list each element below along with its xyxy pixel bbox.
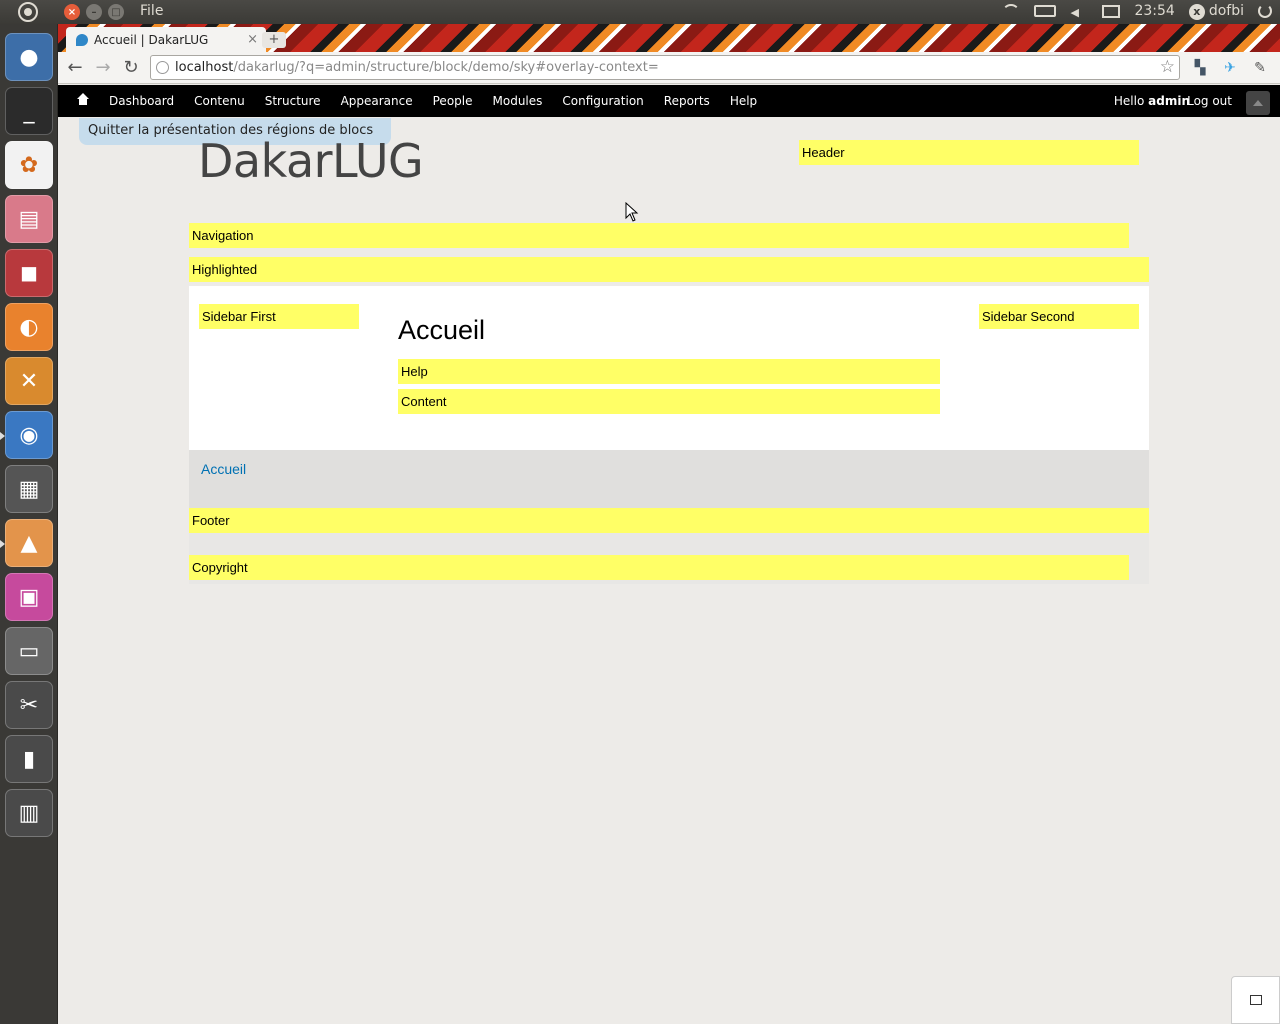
reload-icon[interactable]: ↻ <box>120 57 142 79</box>
bookmark-star-icon[interactable]: ☆ <box>1160 56 1175 79</box>
file-menu[interactable]: File <box>140 3 163 19</box>
greeting-prefix: Hello <box>1113 94 1145 108</box>
window-maximize-button[interactable]: □ <box>108 4 124 20</box>
address-bar[interactable]: localhost/dakarlug/?q=admin/structure/bl… <box>150 55 1180 80</box>
browser-tab[interactable]: Accueil | DakarLUG × <box>66 27 266 52</box>
battery-icon[interactable] <box>1034 5 1057 18</box>
wifi-icon[interactable] <box>1002 4 1021 18</box>
printer-app-launcher-icon[interactable]: ▤ <box>5 195 53 243</box>
power-icon[interactable] <box>1258 4 1272 19</box>
url-path: /dakarlug/?q=admin/structure/block/demo/… <box>233 60 659 75</box>
tab-title: Accueil | DakarLUG <box>94 32 209 47</box>
admin-menu: Dashboard Contenu Structure Appearance P… <box>109 94 757 108</box>
tab-close-icon[interactable]: × <box>247 32 258 47</box>
terminal-launcher-icon[interactable]: _ <box>5 87 53 135</box>
region-header: Header <box>799 140 1139 165</box>
window-minimize-button[interactable]: – <box>86 4 102 20</box>
ubuntu-logo-icon[interactable] <box>18 2 38 22</box>
site-name[interactable]: DakarLUG <box>198 134 424 188</box>
user-name: dofbi <box>1208 3 1244 19</box>
twitter-extension-icon[interactable]: ✈ <box>1221 59 1239 77</box>
calculator-launcher-icon[interactable]: ▦ <box>5 465 53 513</box>
region-navigation: Navigation <box>189 223 1129 248</box>
blender-launcher-icon[interactable]: ◐ <box>5 303 53 351</box>
admin-menu-structure[interactable]: Structure <box>265 94 321 108</box>
admin-menu-people[interactable]: People <box>433 94 473 108</box>
region-copyright: Copyright <box>189 555 1129 580</box>
trash-launcher-icon[interactable]: ▥ <box>5 789 53 837</box>
extension-icon[interactable]: ▚ <box>1191 59 1209 77</box>
mail-icon[interactable] <box>1102 4 1121 18</box>
user-menu[interactable]: x dofbi <box>1188 3 1244 20</box>
url-host: localhost <box>175 60 234 75</box>
dash-launcher-icon[interactable]: ● <box>5 33 53 81</box>
admin-menu-dashboard[interactable]: Dashboard <box>109 94 174 108</box>
butterfly-app-launcher-icon[interactable]: ✿ <box>5 141 53 189</box>
files-launcher-icon[interactable]: ▭ <box>5 627 53 675</box>
admin-menu-contenu[interactable]: Contenu <box>194 94 245 108</box>
logout-link[interactable]: Log out <box>1187 94 1232 108</box>
indicator-area: 23:54 xdofbi <box>1002 3 1272 20</box>
top-panel: × – □ File 23:54 xdofbi <box>0 0 1280 24</box>
admin-toolbar: Dashboard Contenu Structure Appearance P… <box>58 85 1280 117</box>
unity-launcher: ● _ ✿ ▤ ◼ ◐ ✕ ◉ ▦ ▲ ▣ ▭ ✂ ▮ ▥ <box>0 24 58 1024</box>
workspace-switcher-launcher-icon[interactable]: ▣ <box>5 573 53 621</box>
back-arrow-icon[interactable]: ← <box>64 57 86 79</box>
forward-arrow-icon[interactable]: → <box>92 57 114 79</box>
wrench-menu-icon[interactable]: ✎ <box>1251 59 1269 77</box>
tools-launcher-icon[interactable]: ✂ <box>5 681 53 729</box>
browser-toolbar: ← → ↻ localhost/dakarlug/?q=admin/struct… <box>58 52 1280 84</box>
volume-icon[interactable] <box>1070 4 1088 18</box>
usb-drive-launcher-icon[interactable]: ▮ <box>5 735 53 783</box>
admin-menu-help[interactable]: Help <box>730 94 757 108</box>
clock[interactable]: 23:54 <box>1134 3 1174 19</box>
toolbar-drawer-toggle-icon[interactable] <box>1246 91 1270 115</box>
region-content: Content <box>398 389 940 414</box>
new-tab-button[interactable]: + <box>262 32 286 48</box>
chromium-launcher-icon[interactable]: ◉ <box>0 411 53 459</box>
xcode-app-launcher-icon[interactable]: ✕ <box>5 357 53 405</box>
browser-tab-bar: Accueil | DakarLUG × + <box>58 24 1280 52</box>
window-controls: × – □ <box>64 4 124 20</box>
region-help: Help <box>398 359 940 384</box>
breadcrumb-link[interactable]: Accueil <box>201 461 246 477</box>
page-info-icon[interactable] <box>156 61 169 74</box>
admin-menu-reports[interactable]: Reports <box>664 94 710 108</box>
region-highlighted: Highlighted <box>189 257 1149 282</box>
software-center-launcher-icon[interactable]: ▲ <box>0 519 53 567</box>
restore-icon <box>1250 995 1262 1005</box>
user-status-icon: x <box>1188 3 1205 20</box>
region-sidebar-second: Sidebar Second <box>979 304 1139 329</box>
page-title: Accueil <box>398 315 486 345</box>
admin-menu-modules[interactable]: Modules <box>493 94 543 108</box>
region-sidebar-first: Sidebar First <box>199 304 359 329</box>
admin-greeting[interactable]: Hello admin <box>1114 94 1190 108</box>
admin-menu-configuration[interactable]: Configuration <box>562 94 643 108</box>
home-icon[interactable] <box>76 93 90 107</box>
window-close-button[interactable]: × <box>64 4 80 20</box>
drupal-favicon-icon <box>76 33 88 46</box>
restore-window-widget[interactable] <box>1231 976 1280 1024</box>
admin-menu-appearance[interactable]: Appearance <box>341 94 413 108</box>
media-app-launcher-icon[interactable]: ◼ <box>5 249 53 297</box>
region-footer: Footer <box>189 508 1149 533</box>
greeting-username: admin <box>1148 94 1190 108</box>
